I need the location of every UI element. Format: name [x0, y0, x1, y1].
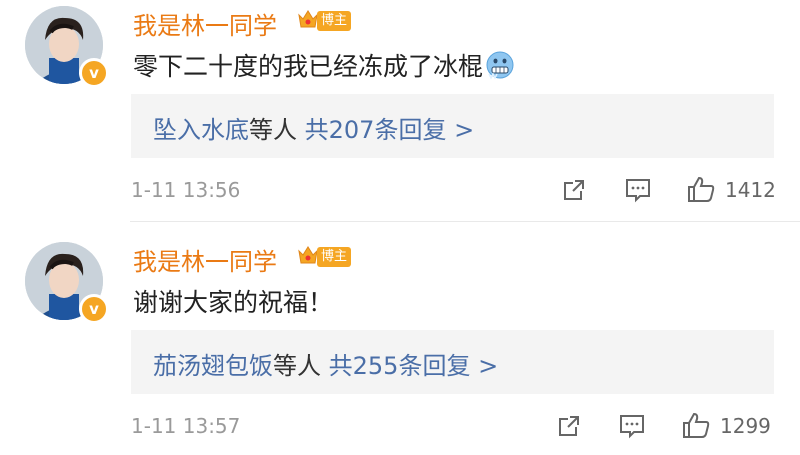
reply-middle: 等人 — [249, 116, 297, 144]
blogger-badge: 博主 — [317, 247, 352, 267]
username[interactable]: 我是林一同学 — [133, 242, 277, 277]
reply-names[interactable]: 坠入水底 — [153, 116, 249, 144]
avatar[interactable]: v — [25, 242, 109, 324]
replies-box[interactable]: 茄汤翅包饭等人 共255条回复 > — [131, 330, 774, 394]
like-count: 1412 — [725, 178, 776, 202]
divider — [130, 221, 800, 222]
freezing-face-icon — [486, 51, 514, 80]
reply-count-link[interactable]: 共207条回复 > — [305, 116, 475, 144]
verified-badge-icon: v — [79, 294, 109, 324]
share-icon[interactable] — [556, 413, 582, 439]
timestamp: 1-11 13:57 — [131, 414, 241, 438]
reply-middle: 等人 — [273, 352, 321, 380]
comment-text: 谢谢大家的祝福！ — [133, 288, 334, 317]
replies-box[interactable]: 坠入水底等人 共207条回复 > — [131, 94, 774, 158]
comment-icon[interactable] — [618, 413, 646, 439]
verified-badge-icon: v — [79, 58, 109, 88]
comment-item: v 我是林一同学 博主 零下二十度的我已经冻成了冰棍 坠入水底等人 共207条回… — [0, 0, 800, 222]
like-icon[interactable] — [681, 410, 711, 440]
reply-count-link[interactable]: 共255条回复 > — [329, 352, 499, 380]
like-count: 1299 — [720, 414, 771, 438]
timestamp: 1-11 13:56 — [131, 178, 241, 202]
comment-item: v 我是林一同学 博主 谢谢大家的祝福！ 茄汤翅包饭等人 共255条回复 > 1… — [0, 236, 800, 455]
reply-names[interactable]: 茄汤翅包饭 — [153, 352, 273, 380]
share-icon[interactable] — [561, 177, 587, 203]
blogger-badge: 博主 — [317, 11, 352, 31]
avatar[interactable]: v — [25, 6, 109, 88]
comment-icon[interactable] — [624, 177, 652, 203]
comment-text: 零下二十度的我已经冻成了冰棍 — [133, 47, 515, 83]
username[interactable]: 我是林一同学 — [133, 6, 277, 41]
like-icon[interactable] — [686, 174, 716, 204]
